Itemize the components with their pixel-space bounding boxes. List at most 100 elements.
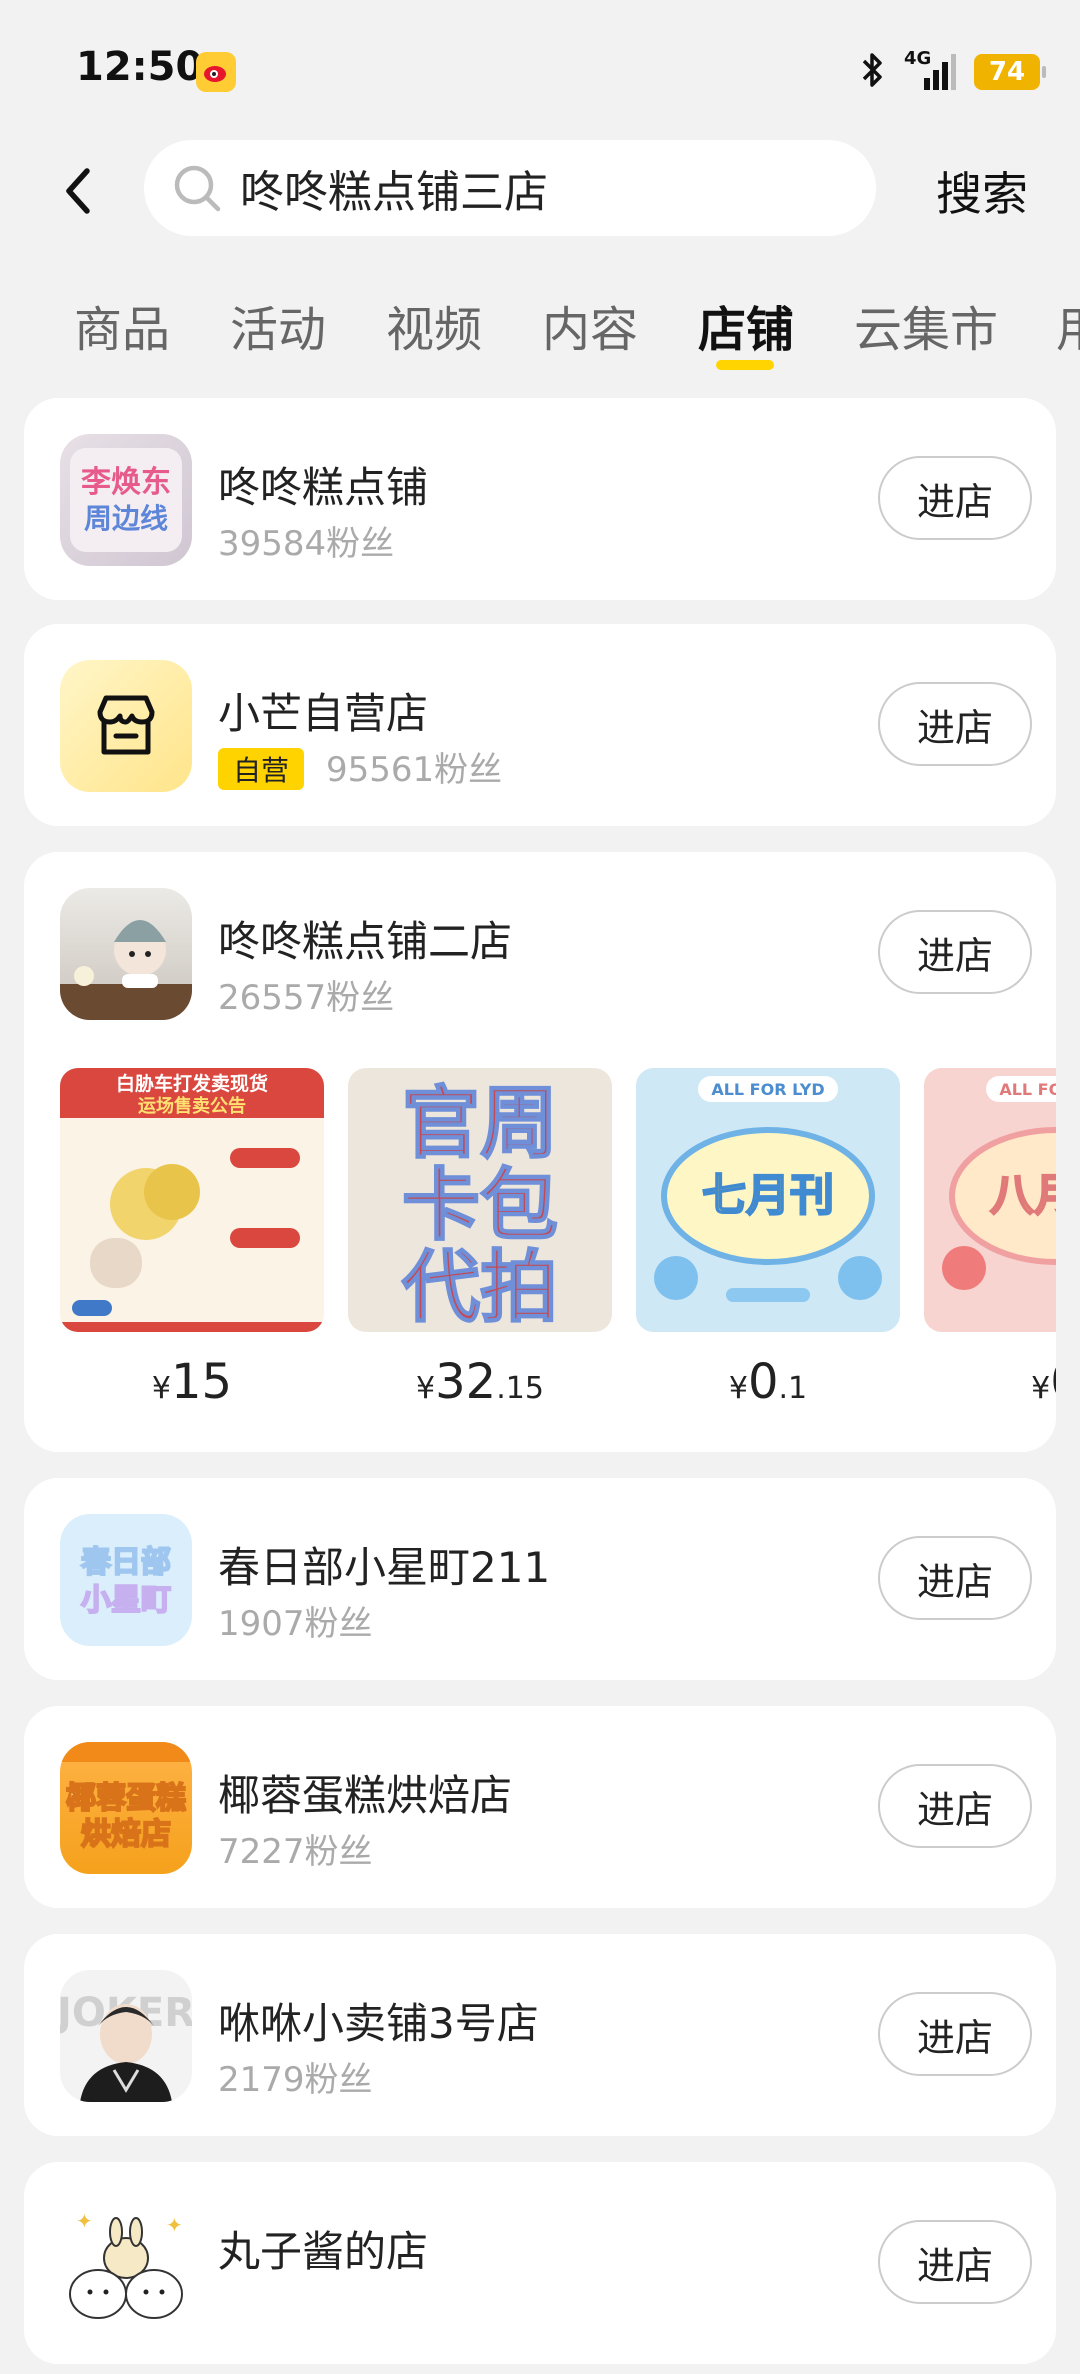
search-box[interactable] xyxy=(144,140,876,236)
product-image: ALL FOR LYD 八月刊 xyxy=(924,1068,1056,1332)
shop-name: 小芒自营店 xyxy=(218,689,429,738)
shop-name: 椰蓉蛋糕烘焙店 xyxy=(218,1771,513,1820)
bluetooth-icon xyxy=(860,50,886,94)
tab-activities[interactable]: 活动 xyxy=(230,290,326,360)
enter-shop-button[interactable]: 进店 xyxy=(878,682,1032,766)
shop-card[interactable]: ✦ ✦ 丸子酱的店 进店 xyxy=(24,2162,1056,2364)
status-time: 12:50 xyxy=(76,44,204,90)
price-decimal: .15 xyxy=(496,1371,544,1406)
shop-card[interactable]: 小芒自营店 自营 95561粉丝 进店 xyxy=(24,624,1056,826)
svg-text:七月刊: 七月刊 xyxy=(702,1170,834,1221)
enter-shop-button[interactable]: 进店 xyxy=(878,910,1032,994)
search-header: 搜索 xyxy=(0,130,1080,250)
currency-symbol: ¥ xyxy=(1031,1371,1051,1406)
shop-avatar: 李焕东 周边线 xyxy=(60,434,192,566)
price-integer: 32 xyxy=(435,1354,497,1408)
shop-card[interactable]: JOKER 咻咻小卖铺3号店 2179粉丝 进店 xyxy=(24,1934,1056,2136)
shop-fans-count: 1907粉丝 xyxy=(218,1604,373,1644)
shop-name: 丸子酱的店 xyxy=(218,2227,429,2276)
svg-text:✦: ✦ xyxy=(76,2209,93,2233)
back-button[interactable] xyxy=(48,156,108,226)
product-item[interactable]: ALL FOR LYD 八月刊 ¥0 xyxy=(924,1068,1056,1408)
enter-shop-button[interactable]: 进店 xyxy=(878,1992,1032,2076)
svg-text:李焕东: 李焕东 xyxy=(81,465,171,500)
product-price: ¥0.1 xyxy=(636,1354,900,1408)
product-price: ¥32.15 xyxy=(348,1354,612,1408)
svg-text:✦: ✦ xyxy=(166,2213,183,2237)
svg-text:周边线: 周边线 xyxy=(84,502,168,535)
svg-text:卡包: 卡包 xyxy=(402,1161,558,1251)
tab-cloud-market[interactable]: 云集市 xyxy=(854,290,998,360)
weibo-notification-icon xyxy=(196,52,236,92)
shop-fans-count: 39584粉丝 xyxy=(218,524,395,564)
battery-level: 74 xyxy=(988,57,1026,87)
svg-text:ALL FOR LYD: ALL FOR LYD xyxy=(999,1080,1056,1099)
svg-text:烘焙店: 烘焙店 xyxy=(81,1817,171,1852)
shop-name: 咚咚糕点铺 xyxy=(218,463,429,512)
shop-fans-count: 7227粉丝 xyxy=(218,1832,373,1872)
back-arrow-icon xyxy=(66,168,90,214)
tab-content[interactable]: 内容 xyxy=(542,290,638,360)
product-image: ALL FOR LYD 七月刊 xyxy=(636,1068,900,1332)
tab-goods[interactable]: 商品 xyxy=(74,290,170,360)
shop-name: 咚咚糕点铺二店 xyxy=(218,917,513,966)
enter-shop-button[interactable]: 进店 xyxy=(878,456,1032,540)
battery-icon: 74 xyxy=(974,54,1046,90)
price-integer: 0 xyxy=(1050,1354,1056,1408)
tab-more[interactable]: 用 xyxy=(1056,290,1080,360)
price-integer: 15 xyxy=(171,1354,233,1408)
price-integer: 0 xyxy=(747,1354,779,1408)
shop-card[interactable]: 春日部 小星町 春日部小星町211 1907粉丝 进店 xyxy=(24,1478,1056,1680)
shop-card[interactable]: 李焕东 周边线 咚咚糕点铺 39584粉丝 进店 xyxy=(24,398,1056,600)
enter-shop-button[interactable]: 进店 xyxy=(878,1536,1032,1620)
svg-text:运场售卖公告: 运场售卖公告 xyxy=(138,1095,246,1117)
svg-text:ALL FOR LYD: ALL FOR LYD xyxy=(711,1080,824,1099)
product-item[interactable]: ALL FOR LYD 七月刊 ¥0.1 xyxy=(636,1068,900,1408)
shop-card[interactable]: 咚咚糕点铺二店 26557粉丝 进店 白胁车打发卖现货 运场售卖公告 ¥15 官… xyxy=(24,852,1056,1452)
search-input[interactable] xyxy=(238,161,842,215)
currency-symbol: ¥ xyxy=(728,1371,748,1406)
price-decimal: .1 xyxy=(778,1371,808,1406)
self-operated-badge: 自营 xyxy=(218,748,304,790)
svg-text:白胁车打发卖现货: 白胁车打发卖现货 xyxy=(116,1072,268,1095)
shop-fans-count: 95561粉丝 xyxy=(326,750,503,790)
result-type-tabs: 商品 活动 视频 内容 店铺 云集市 用 xyxy=(0,272,1080,372)
shop-avatar xyxy=(60,660,192,792)
shop-avatar: JOKER xyxy=(60,1970,192,2102)
product-price: ¥15 xyxy=(60,1354,324,1408)
status-indicators: 4G 74 xyxy=(860,48,1046,94)
product-price: ¥0 xyxy=(924,1354,1056,1408)
shop-fans-count: 26557粉丝 xyxy=(218,978,395,1018)
shop-product-strip: 白胁车打发卖现货 运场售卖公告 ¥15 官周 卡包 代拍 ¥32.15 ALL … xyxy=(60,1068,1056,1408)
store-icon xyxy=(97,695,155,755)
active-tab-indicator xyxy=(716,360,774,370)
tab-shops[interactable]: 店铺 xyxy=(698,290,794,360)
svg-text:春日部: 春日部 xyxy=(81,1545,171,1580)
search-button[interactable]: 搜索 xyxy=(936,158,1028,224)
product-item[interactable]: 白胁车打发卖现货 运场售卖公告 ¥15 xyxy=(60,1068,324,1408)
search-icon xyxy=(170,161,224,215)
status-bar: 12:50 4G 74 xyxy=(0,0,1080,130)
product-image: 白胁车打发卖现货 运场售卖公告 xyxy=(60,1068,324,1332)
shop-avatar xyxy=(60,888,192,1020)
shop-name: 春日部小星町211 xyxy=(218,1543,551,1592)
shop-avatar: 椰蓉蛋糕 烘焙店 xyxy=(60,1742,192,1874)
signal-4g-icon: 4G xyxy=(904,48,956,92)
currency-symbol: ¥ xyxy=(151,1371,171,1406)
svg-text:代拍: 代拍 xyxy=(401,1243,558,1332)
shop-card[interactable]: 椰蓉蛋糕 烘焙店 椰蓉蛋糕烘焙店 7227粉丝 进店 xyxy=(24,1706,1056,1908)
tab-videos[interactable]: 视频 xyxy=(386,290,482,360)
enter-shop-button[interactable]: 进店 xyxy=(878,1764,1032,1848)
product-item[interactable]: 官周 卡包 代拍 ¥32.15 xyxy=(348,1068,612,1408)
currency-symbol: ¥ xyxy=(416,1371,436,1406)
product-image: 官周 卡包 代拍 xyxy=(348,1068,612,1332)
svg-text:椰蓉蛋糕: 椰蓉蛋糕 xyxy=(66,1781,186,1816)
shop-fans-count: 2179粉丝 xyxy=(218,2060,373,2100)
svg-text:小星町: 小星町 xyxy=(81,1583,171,1618)
shop-avatar: 春日部 小星町 xyxy=(60,1514,192,1646)
shop-name: 咻咻小卖铺3号店 xyxy=(218,1999,539,2048)
svg-text:八月刊: 八月刊 xyxy=(990,1170,1056,1221)
enter-shop-button[interactable]: 进店 xyxy=(878,2220,1032,2304)
svg-text:官周: 官周 xyxy=(402,1079,558,1169)
shop-avatar: ✦ ✦ xyxy=(60,2198,192,2330)
